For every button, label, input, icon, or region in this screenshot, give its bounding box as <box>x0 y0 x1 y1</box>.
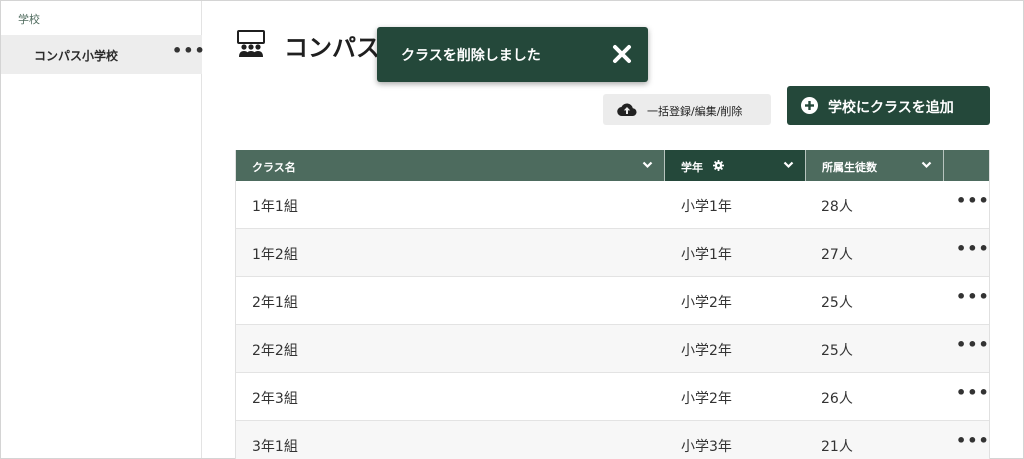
table-row[interactable]: 1年2組 小学1年 27人 ••• <box>236 229 989 277</box>
table-header: クラス名 学年 所属生徒数 <box>236 150 989 181</box>
class-name-cell: 3年1組 <box>252 439 298 455</box>
student-count-cell: 26人 <box>821 391 853 407</box>
close-icon[interactable] <box>611 42 633 66</box>
sidebar-heading: 学校 <box>18 13 40 26</box>
more-options-icon[interactable]: ••• <box>172 41 206 60</box>
grade-cell: 小学2年 <box>681 295 732 311</box>
student-count-cell: 27人 <box>821 247 853 263</box>
add-class-label: 学校にクラスを追加 <box>828 100 954 116</box>
chevron-down-icon <box>783 161 794 169</box>
grade-cell: 小学2年 <box>681 391 732 407</box>
row-more-icon[interactable]: ••• <box>956 383 989 402</box>
column-label: クラス名 <box>252 161 296 174</box>
table-row[interactable]: 2年2組 小学2年 25人 ••• <box>236 325 989 373</box>
row-more-icon[interactable]: ••• <box>956 191 989 210</box>
class-name-cell: 2年3組 <box>252 391 298 407</box>
classroom-icon <box>237 30 265 57</box>
sidebar-item-label: コンパス小学校 <box>34 49 119 63</box>
class-table: クラス名 学年 所属生徒数 1年1組 小学1年 28人 ••• 1年2組 小学1… <box>235 150 990 459</box>
column-header-student-count[interactable]: 所属生徒数 <box>806 150 943 181</box>
grade-cell: 小学1年 <box>681 247 732 263</box>
table-row[interactable]: 2年1組 小学2年 25人 ••• <box>236 277 989 325</box>
sidebar-item-school[interactable]: コンパス小学校 ••• <box>1 35 205 74</box>
bulk-edit-label: 一括登録/編集/削除 <box>647 105 743 118</box>
chevron-down-icon <box>642 161 653 169</box>
row-more-icon[interactable]: ••• <box>956 239 989 258</box>
column-header-class-name[interactable]: クラス名 <box>236 150 664 181</box>
sidebar: 学校 コンパス小学校 ••• <box>1 1 205 458</box>
cloud-upload-icon <box>617 103 637 117</box>
student-count-cell: 25人 <box>821 295 853 311</box>
bulk-edit-button[interactable]: 一括登録/編集/削除 <box>603 94 771 125</box>
page-title: コンパス <box>284 34 380 62</box>
class-name-cell: 1年1組 <box>252 199 298 215</box>
row-more-icon[interactable]: ••• <box>956 431 989 450</box>
column-header-grade[interactable]: 学年 <box>665 150 805 181</box>
row-more-icon[interactable]: ••• <box>956 287 989 306</box>
student-count-cell: 21人 <box>821 439 853 455</box>
row-more-icon[interactable]: ••• <box>956 335 989 354</box>
grade-cell: 小学3年 <box>681 439 732 455</box>
column-label: 学年 <box>681 161 703 174</box>
table-row[interactable]: 2年3組 小学2年 26人 ••• <box>236 373 989 421</box>
column-label: 所属生徒数 <box>822 161 877 174</box>
class-name-cell: 1年2組 <box>252 247 298 263</box>
student-count-cell: 28人 <box>821 199 853 215</box>
grade-cell: 小学1年 <box>681 199 732 215</box>
gear-icon[interactable] <box>713 160 724 171</box>
toast-notification: クラスを削除しました <box>377 27 648 82</box>
column-header-actions <box>944 150 989 181</box>
table-row[interactable]: 1年1組 小学1年 28人 ••• <box>236 181 989 229</box>
class-name-cell: 2年2組 <box>252 343 298 359</box>
student-count-cell: 25人 <box>821 343 853 359</box>
add-class-button[interactable]: 学校にクラスを追加 <box>787 86 990 125</box>
plus-circle-icon <box>801 97 818 114</box>
class-name-cell: 2年1組 <box>252 295 298 311</box>
chevron-down-icon <box>921 161 932 169</box>
table-row[interactable]: 3年1組 小学3年 21人 ••• <box>236 421 989 459</box>
grade-cell: 小学2年 <box>681 343 732 359</box>
toast-message: クラスを削除しました <box>401 48 541 64</box>
